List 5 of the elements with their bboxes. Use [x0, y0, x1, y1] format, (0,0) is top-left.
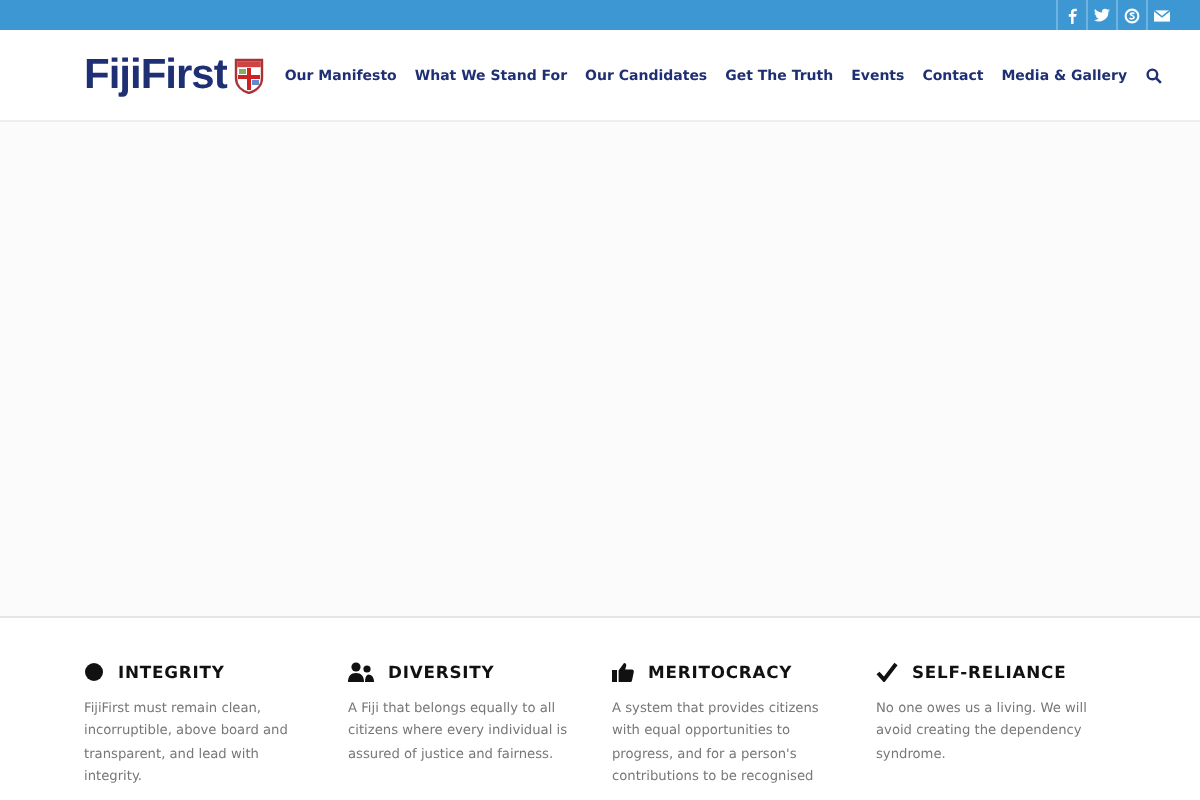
- value-heading: DIVERSITY: [388, 662, 495, 682]
- value-heading: INTEGRITY: [118, 662, 225, 682]
- value-heading: MERITOCRACY: [648, 662, 793, 682]
- logo-text[interactable]: FijiFirst: [84, 51, 227, 99]
- value-heading: SELF-RELIANCE: [912, 662, 1067, 682]
